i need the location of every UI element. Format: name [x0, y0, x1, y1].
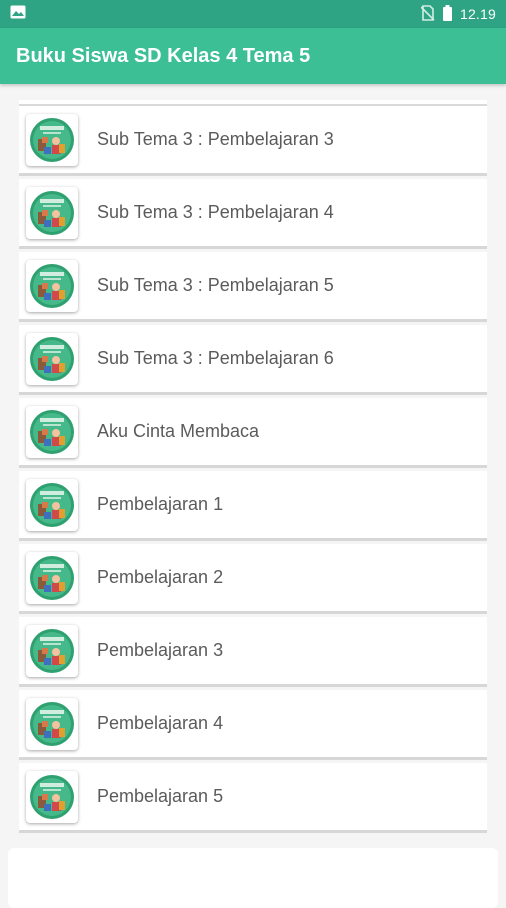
- status-bar: 12.19: [0, 0, 506, 28]
- book-cover-icon: [26, 478, 78, 531]
- list-item[interactable]: Pembelajaran 4: [19, 690, 487, 760]
- book-cover-icon: [26, 405, 78, 458]
- list-item[interactable]: Pembelajaran 1: [19, 471, 487, 541]
- list-item-label: Pembelajaran 3: [97, 640, 224, 660]
- list-item[interactable]: Sub Tema 3 : Pembelajaran 6: [19, 325, 487, 395]
- list-item[interactable]: Sub Tema 3 : Pembelajaran 4: [19, 179, 487, 249]
- list-item-label: Pembelajaran 1: [97, 494, 224, 514]
- list-item[interactable]: Sub Tema 3 : Pembelajaran 5: [19, 252, 487, 322]
- clock: 12.19: [459, 6, 496, 22]
- book-cover-icon: [26, 113, 78, 166]
- book-cover-icon: [26, 624, 78, 677]
- list-item[interactable]: Pembelajaran 2: [19, 544, 487, 614]
- battery-icon: [442, 4, 452, 24]
- list-item[interactable]: Aku Cinta Membaca: [19, 398, 487, 468]
- book-cover-icon: [26, 697, 78, 750]
- no-sim-icon: [420, 4, 435, 24]
- book-cover-icon: [26, 770, 78, 823]
- book-cover-icon: [26, 551, 78, 604]
- list-item-label: Sub Tema 3 : Pembelajaran 3: [97, 129, 334, 149]
- list-item-label: Pembelajaran 4: [97, 713, 224, 733]
- list-item-label: Pembelajaran 2: [97, 567, 224, 587]
- list-item[interactable]: Pembelajaran 5: [19, 763, 487, 833]
- bottom-card: [8, 848, 498, 908]
- image-icon: [10, 5, 26, 24]
- list-item-label: Sub Tema 3 : Pembelajaran 4: [97, 202, 334, 222]
- list-item[interactable]: Pembelajaran 3: [19, 617, 487, 687]
- app-bar: Buku Siswa SD Kelas 4 Tema 5: [0, 28, 506, 84]
- book-cover-icon: [26, 332, 78, 385]
- book-cover-icon: [26, 259, 78, 312]
- book-cover-icon: [26, 186, 78, 239]
- app-title: Buku Siswa SD Kelas 4 Tema 5: [16, 44, 311, 67]
- list-item-label: Pembelajaran 5: [97, 786, 224, 806]
- list-item-label: Aku Cinta Membaca: [97, 421, 260, 441]
- list-item-label: Sub Tema 3 : Pembelajaran 6: [97, 348, 334, 368]
- list-item[interactable]: Sub Tema 3 : Pembelajaran 3: [19, 106, 487, 176]
- list-item-label: Sub Tema 3 : Pembelajaran 5: [97, 275, 334, 295]
- book-list[interactable]: Sub Tema 3 : Pembelajaran 3 Sub Tema 3 :…: [0, 84, 506, 900]
